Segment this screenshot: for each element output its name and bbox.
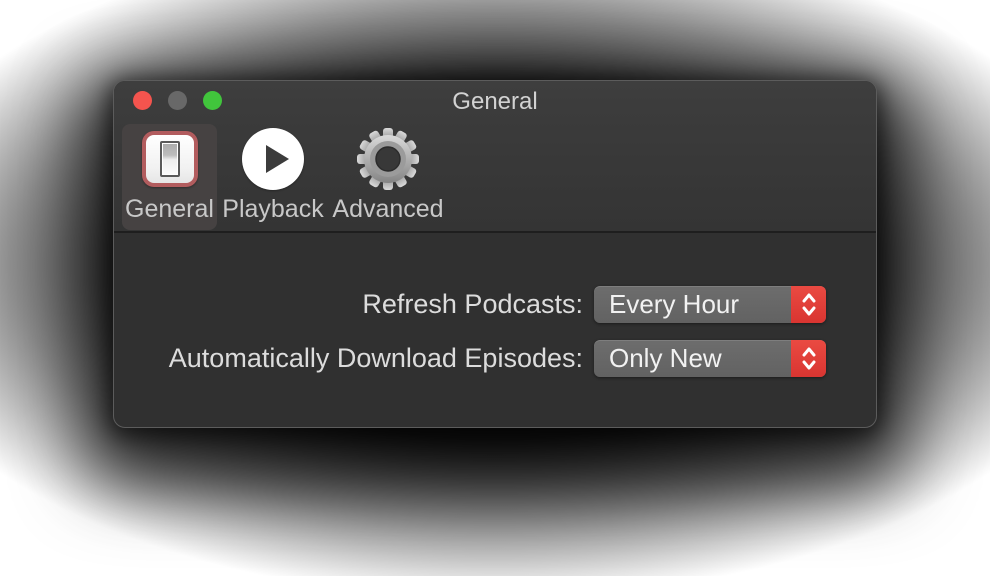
toolbar-item-label: General <box>125 194 214 224</box>
screenshot-stage: General General <box>0 0 990 576</box>
auto-download-popup[interactable]: Only New <box>594 340 826 377</box>
chevron-up-down-icon <box>791 286 826 323</box>
window-header: General General <box>114 81 876 233</box>
toolbar-item-label: Playback <box>222 194 323 224</box>
title-bar[interactable]: General <box>114 81 876 121</box>
toolbar-item-playback[interactable]: Playback <box>217 124 329 230</box>
gear-icon <box>356 126 420 192</box>
auto-download-label: Automatically Download Episodes: <box>169 343 583 374</box>
toolbar-item-label: Advanced <box>332 194 443 224</box>
popup-selected-value: Every Hour <box>594 289 739 320</box>
play-icon <box>242 126 304 192</box>
chevron-up-down-icon <box>791 340 826 377</box>
toolbar-item-advanced[interactable]: Advanced <box>326 124 450 230</box>
toolbar-item-general[interactable]: General <box>122 124 217 230</box>
refresh-podcasts-label: Refresh Podcasts: <box>362 289 583 320</box>
refresh-podcasts-row: Refresh Podcasts: Every Hour <box>114 286 826 323</box>
preferences-content: Refresh Podcasts: Every Hour Automatical… <box>114 233 876 427</box>
refresh-podcasts-popup[interactable]: Every Hour <box>594 286 826 323</box>
popup-selected-value: Only New <box>594 343 722 374</box>
light-switch-icon <box>142 126 198 192</box>
preferences-window: General General <box>113 80 877 428</box>
window-title: General <box>114 81 876 123</box>
auto-download-row: Automatically Download Episodes: Only Ne… <box>114 340 826 377</box>
preferences-toolbar: General Playback <box>114 121 876 231</box>
